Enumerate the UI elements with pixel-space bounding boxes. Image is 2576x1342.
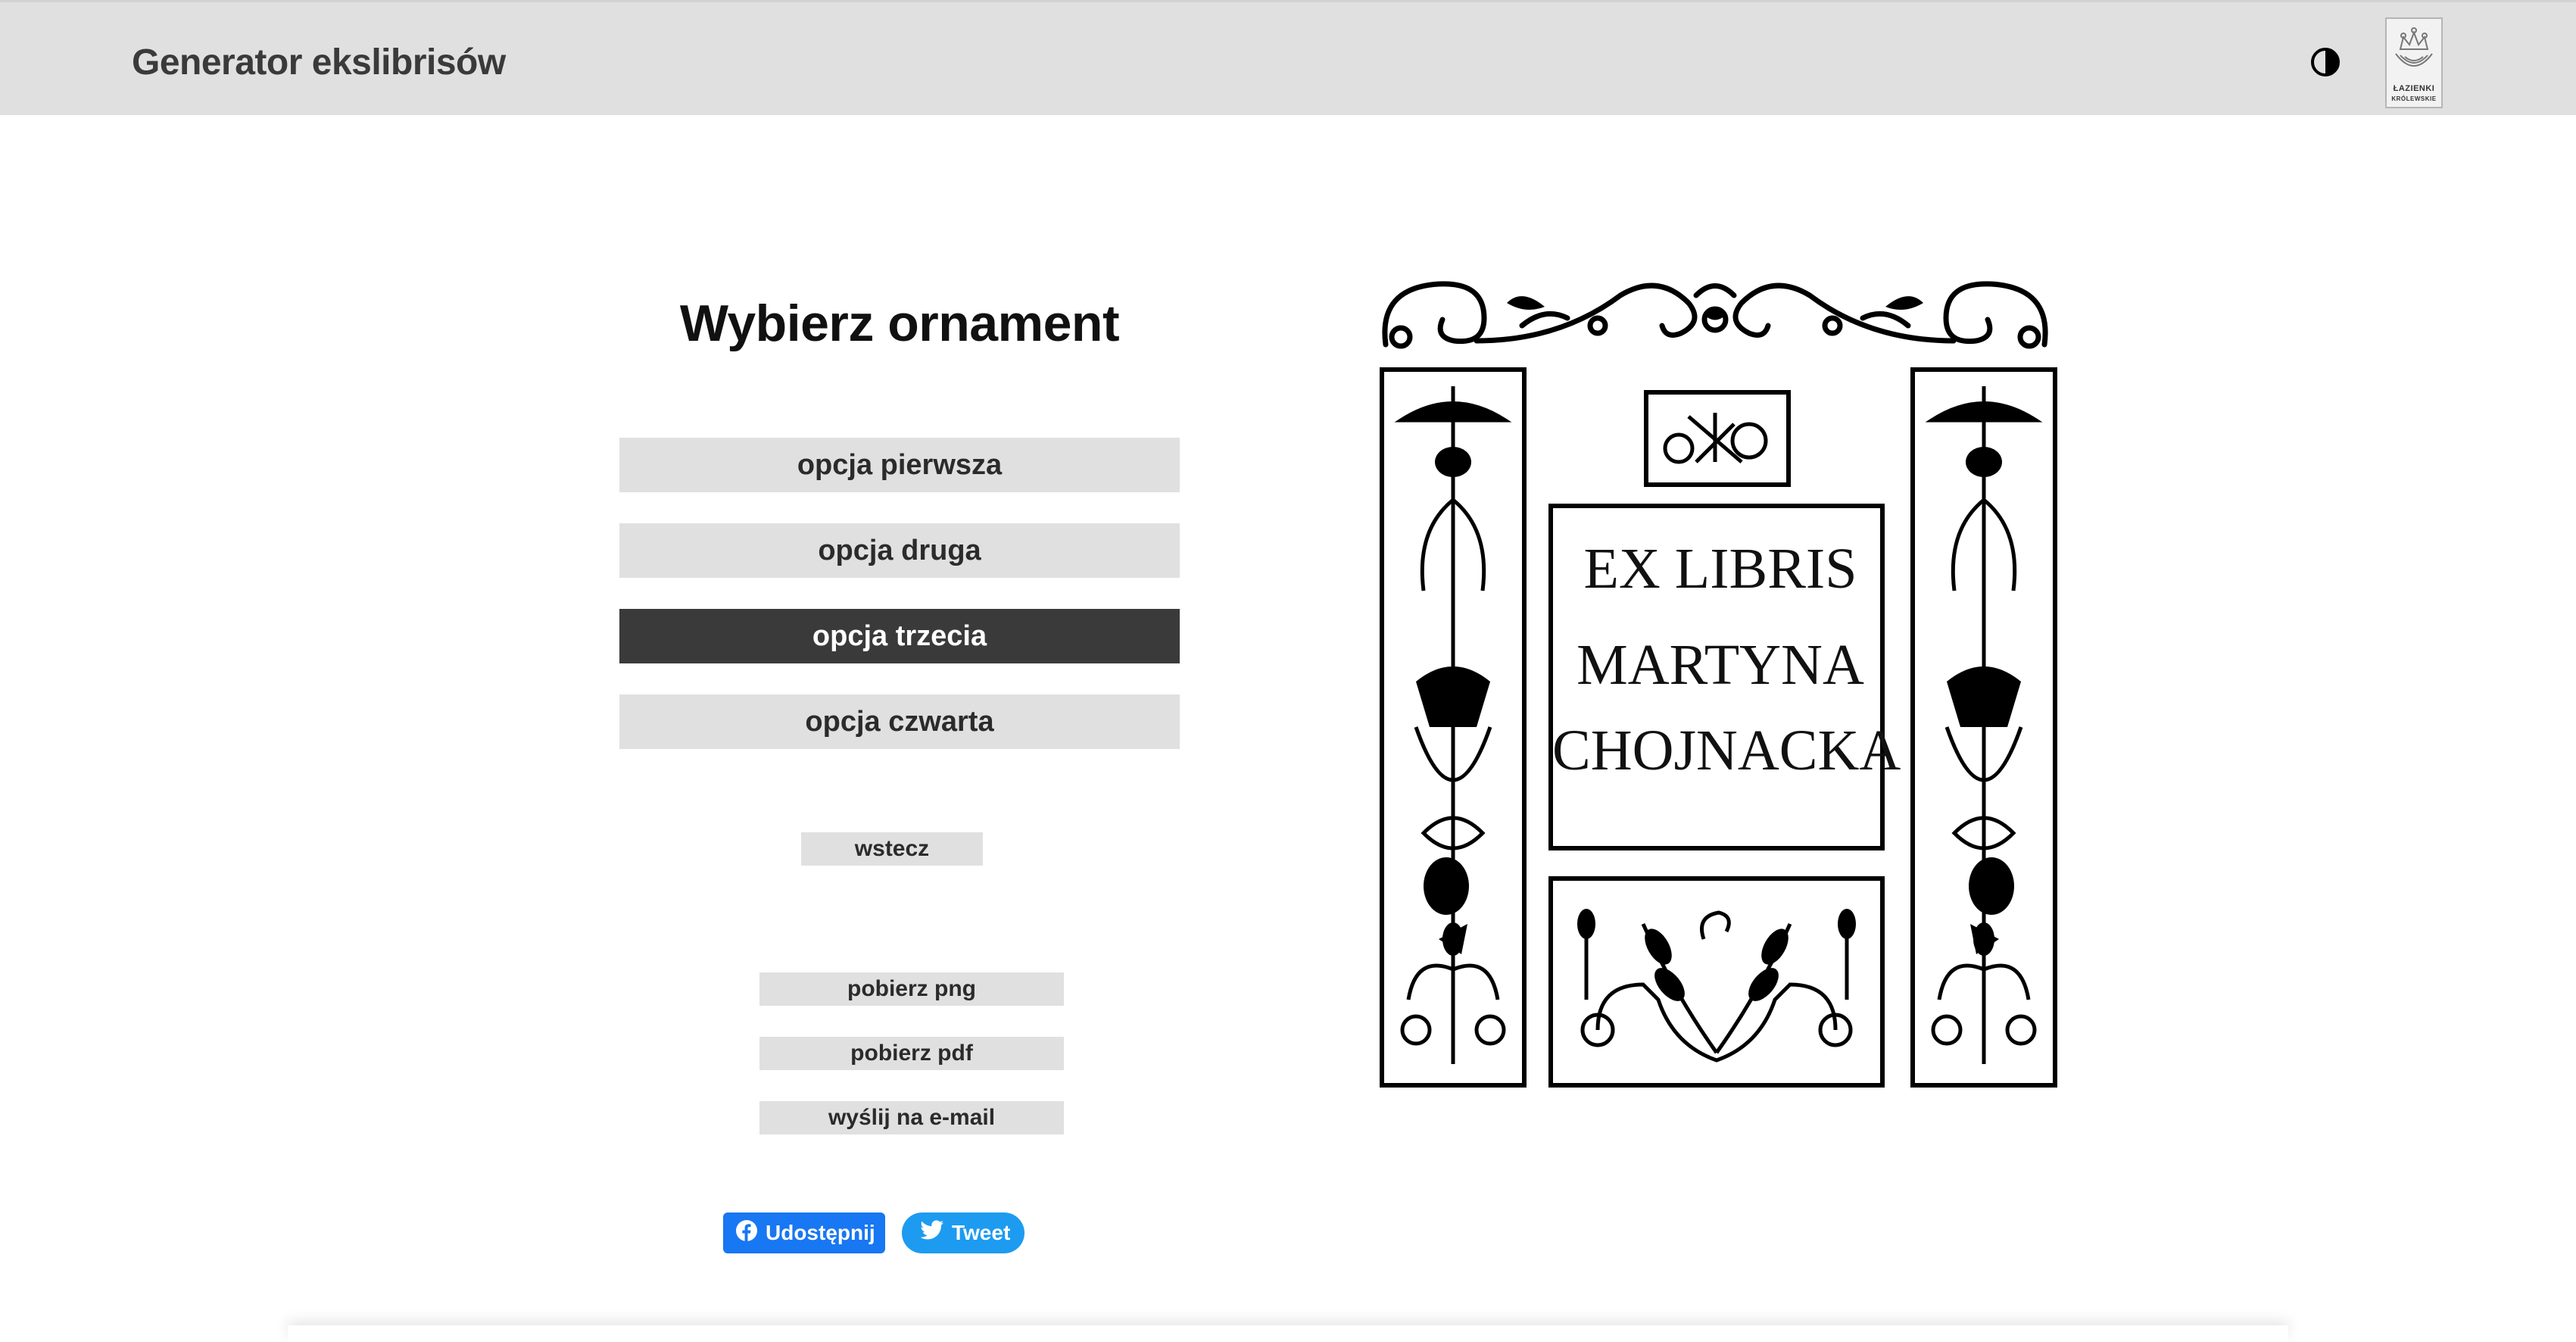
contrast-icon[interactable] bbox=[2309, 46, 2341, 78]
send-email-button[interactable]: wyślij na e-mail bbox=[759, 1101, 1064, 1134]
twitter-tweet-label: Tweet bbox=[952, 1221, 1011, 1244]
app-title: Generator ekslibrisów bbox=[132, 42, 506, 83]
lazienki-logo[interactable]: ŁAZIENKI KRÓLEWSKIE bbox=[2385, 17, 2443, 108]
facebook-icon bbox=[735, 1219, 758, 1247]
top-bar: Generator ekslibrisów ŁAZIENKI KRÓLEWSKI… bbox=[0, 0, 2576, 115]
option-third-button[interactable]: opcja trzecia bbox=[619, 609, 1180, 663]
bookplate-line-1: EX LIBRIS bbox=[1583, 537, 1857, 601]
page-heading: Wybierz ornament bbox=[679, 295, 1120, 352]
bookplate-preview: EX LIBRIS MARTYNA CHOJNACKA bbox=[1371, 273, 2060, 1091]
footer-shadow bbox=[288, 1325, 2288, 1342]
bookplate-line-3: CHOJNACKA bbox=[1552, 719, 1901, 782]
download-pdf-button[interactable]: pobierz pdf bbox=[759, 1037, 1064, 1070]
option-second-button[interactable]: opcja druga bbox=[619, 523, 1180, 578]
logo-text-line2: KRÓLEWSKIE bbox=[2391, 95, 2437, 102]
twitter-bird-icon bbox=[920, 1219, 944, 1247]
twitter-tweet-button[interactable]: Tweet bbox=[902, 1212, 1024, 1253]
option-first-button[interactable]: opcja pierwsza bbox=[619, 438, 1180, 492]
bookplate-line-2: MARTYNA bbox=[1576, 633, 1864, 697]
facebook-share-button[interactable]: Udostępnij bbox=[723, 1212, 885, 1253]
logo-text-line1: ŁAZIENKI bbox=[2393, 84, 2435, 93]
download-png-button[interactable]: pobierz png bbox=[759, 972, 1064, 1006]
back-button[interactable]: wstecz bbox=[801, 832, 983, 866]
facebook-share-label: Udostępnij bbox=[766, 1221, 875, 1244]
option-fourth-button[interactable]: opcja czwarta bbox=[619, 694, 1180, 749]
